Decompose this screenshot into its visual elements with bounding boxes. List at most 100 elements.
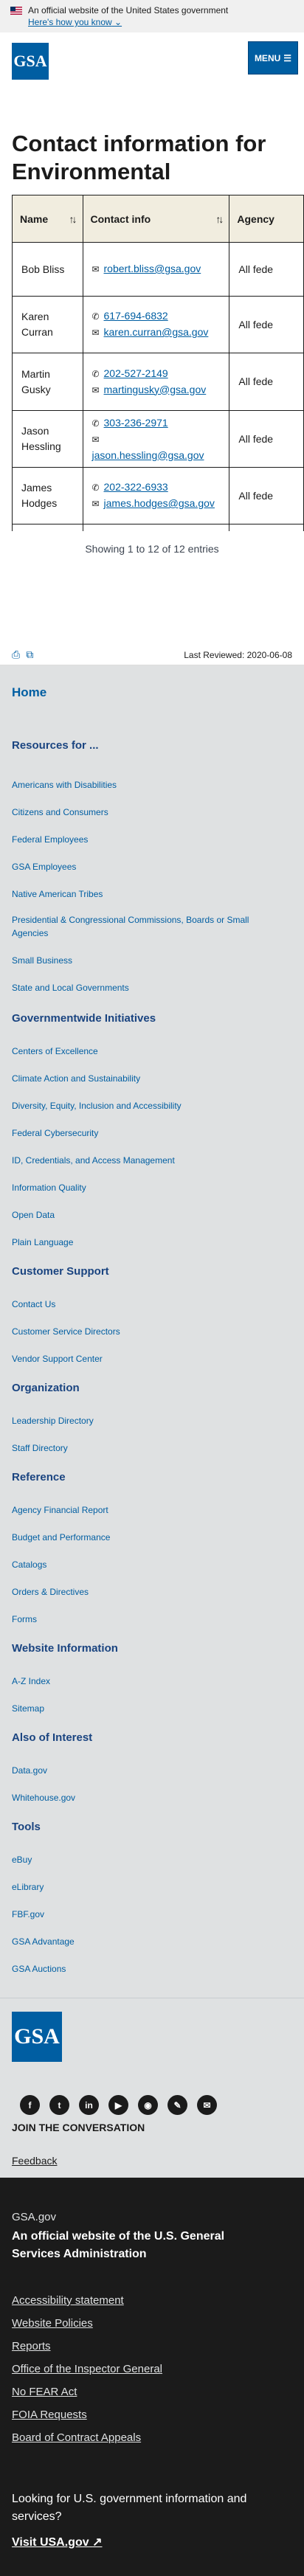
footer-link[interactable]: ID, Credentials, and Access Management <box>12 1154 285 1167</box>
email-link[interactable]: jason.hessling@gsa.gov <box>92 449 204 461</box>
footer-link[interactable]: eLibrary <box>12 1880 285 1894</box>
phone-link[interactable]: 202-322-6933 <box>104 481 168 493</box>
footer-link[interactable]: Diversity, Equity, Inclusion and Accessi… <box>12 1099 285 1112</box>
footer-link[interactable]: Agency Financial Report <box>12 1503 285 1517</box>
footer-heading-website-info: Website Information <box>12 1642 118 1655</box>
footer-heading-resources: Resources for ... <box>12 739 99 752</box>
identifier-official-text: An official website of the U.S. General … <box>12 2230 225 2260</box>
cell-name: James Hodges <box>12 467 83 524</box>
email-icon[interactable]: ✉ <box>197 2095 217 2115</box>
column-header-name[interactable]: Name ↑↓ <box>12 195 83 243</box>
footer-heading-reference: Reference <box>12 1471 66 1483</box>
footer-link[interactable]: Orders & Directives <box>12 1585 285 1599</box>
facebook-icon[interactable]: f <box>20 2095 40 2115</box>
phone-link[interactable]: 303-236-2971 <box>104 417 168 429</box>
footer-link[interactable]: Sitemap <box>12 1702 285 1715</box>
footer-link[interactable]: Leadership Directory <box>12 1414 285 1427</box>
sort-icon: ↑↓ <box>69 212 77 225</box>
identifier-link[interactable]: Website Policies <box>12 2317 93 2330</box>
footer-link[interactable]: Budget and Performance <box>12 1531 285 1544</box>
footer-link[interactable]: Catalogs <box>12 1558 285 1571</box>
footer-home-link[interactable]: Home <box>12 685 46 700</box>
menu-button[interactable]: MENU ☰ <box>248 41 298 75</box>
table-row: James Hodges ✆ 202-322-6933 ✉ james.hodges… <box>12 467 304 524</box>
identifier-link[interactable]: No FEAR Act <box>12 2386 77 2398</box>
footer-heading-support: Customer Support <box>12 1265 109 1278</box>
footer-link[interactable]: State and Local Governments <box>12 981 285 994</box>
youtube-icon[interactable]: ▶ <box>108 2095 128 2115</box>
cell-contact <box>82 524 230 531</box>
table-summary: Showing 1 to 12 of 12 entries <box>85 543 219 555</box>
gsa-logo[interactable]: GSA <box>12 43 49 80</box>
table-row: Bob Bliss ✉ robert.bliss@gsa.gov All fede <box>12 242 304 297</box>
footer-link[interactable]: Open Data <box>12 1208 285 1222</box>
footer-link[interactable]: Information Quality <box>12 1181 285 1194</box>
footer-link[interactable]: eBuy <box>12 1853 285 1866</box>
footer-link[interactable]: Native American Tribes <box>12 887 285 901</box>
footer-link[interactable]: Contact Us <box>12 1298 285 1311</box>
print-icon[interactable]: ⎙ <box>12 648 20 661</box>
footer-link[interactable]: FBF.gov <box>12 1908 285 1921</box>
identifier-link[interactable]: Office of the Inspector General <box>12 2363 162 2375</box>
cell-name: Jason Hessling <box>12 410 83 468</box>
identifier-link[interactable]: Board of Contract Appeals <box>12 2431 141 2444</box>
gsa-footer-logo[interactable]: GSA <box>12 2012 62 2062</box>
footer-link[interactable]: Climate Action and Sustainability <box>12 1072 285 1085</box>
how-you-know-label: Here's how you know <box>28 17 112 27</box>
cell-name: Bob Bliss <box>12 242 83 297</box>
footer-link[interactable]: Centers of Excellence <box>12 1045 285 1058</box>
footer-link[interactable]: Americans with Disabilities <box>12 778 285 792</box>
instagram-icon[interactable]: ◉ <box>138 2095 158 2115</box>
footer-link[interactable]: Plain Language <box>12 1236 285 1249</box>
identifier: GSA.gov An official website of the U.S. … <box>0 2178 304 2576</box>
twitter-icon[interactable]: t <box>49 2095 69 2115</box>
envelope-icon: ✉ <box>91 264 100 274</box>
footer-link[interactable]: GSA Employees <box>12 860 285 873</box>
phone-link[interactable]: 202-527-2149 <box>104 367 168 379</box>
cell-contact: ✆ 303-236-2971 ✉ jason.hessling@gsa.gov <box>82 410 230 468</box>
sort-icon: ↑↓ <box>215 212 224 225</box>
blog-icon[interactable]: ✎ <box>167 2095 187 2115</box>
column-header-contact[interactable]: Contact info ↑↓ <box>82 195 230 243</box>
gov-banner: An official website of the United States… <box>0 0 304 32</box>
footer-link[interactable]: Federal Employees <box>12 833 285 846</box>
identifier-link[interactable]: Accessibility statement <box>12 2294 124 2307</box>
cell-name: Karen Curran <box>12 296 83 353</box>
cell-contact: ✆ 202-527-2149 ✉ martingusky@gsa.gov <box>82 353 230 411</box>
linkedin-icon[interactable]: in <box>79 2095 99 2115</box>
identifier-link[interactable]: FOIA Requests <box>12 2409 87 2421</box>
chevron-down-icon: ⌄ <box>114 17 122 27</box>
phone-icon: ✆ <box>91 418 100 429</box>
footer-link[interactable]: Federal Cybersecurity <box>12 1126 285 1140</box>
footer-link[interactable]: Whitehouse.gov <box>12 1791 285 1804</box>
footer-link[interactable]: Staff Directory <box>12 1441 285 1455</box>
column-header-agency[interactable]: Agency <box>229 195 304 243</box>
footer-link[interactable]: GSA Auctions <box>12 1962 285 1976</box>
feedback-link[interactable]: Feedback <box>12 2155 57 2167</box>
table-row <box>12 524 304 531</box>
footer-link[interactable]: Forms <box>12 1613 285 1626</box>
footer-link[interactable]: Vendor Support Center <box>12 1352 285 1365</box>
contacts-table-wrapper[interactable]: Name ↑↓ Contact info ↑↓ Agency Bob Bliss ✉… <box>12 195 304 531</box>
hamburger-icon: ☰ <box>283 52 292 63</box>
footer-link[interactable]: Presidential & Congressional Commissions… <box>12 913 285 940</box>
logo-text: GSA <box>13 52 47 70</box>
share-icon[interactable]: ⧉ <box>26 648 33 661</box>
cell-agency: All fede <box>229 242 304 297</box>
identifier-link[interactable]: Reports <box>12 2340 51 2352</box>
phone-link[interactable]: 617-694-6832 <box>104 310 168 322</box>
email-link[interactable]: robert.bliss@gsa.gov <box>104 263 201 274</box>
phone-icon: ✆ <box>91 311 100 322</box>
email-link[interactable]: karen.curran@gsa.gov <box>104 326 209 338</box>
how-you-know-link[interactable]: Here's how you know ⌄ <box>10 16 294 28</box>
footer-link[interactable]: Citizens and Consumers <box>12 806 285 819</box>
footer-link[interactable]: GSA Advantage <box>12 1935 285 1948</box>
footer-link[interactable]: Customer Service Directors <box>12 1325 285 1338</box>
footer-link[interactable]: Data.gov <box>12 1764 285 1777</box>
email-link[interactable]: martingusky@gsa.gov <box>104 384 207 395</box>
email-link[interactable]: james.hodges@gsa.gov <box>104 497 215 509</box>
footer-link[interactable]: A-Z Index <box>12 1675 285 1688</box>
logo-text: GSA <box>14 2024 60 2049</box>
footer-link[interactable]: Small Business <box>12 954 285 967</box>
visit-usa-gov-link[interactable]: Visit USA.gov ↗ <box>12 2535 102 2549</box>
